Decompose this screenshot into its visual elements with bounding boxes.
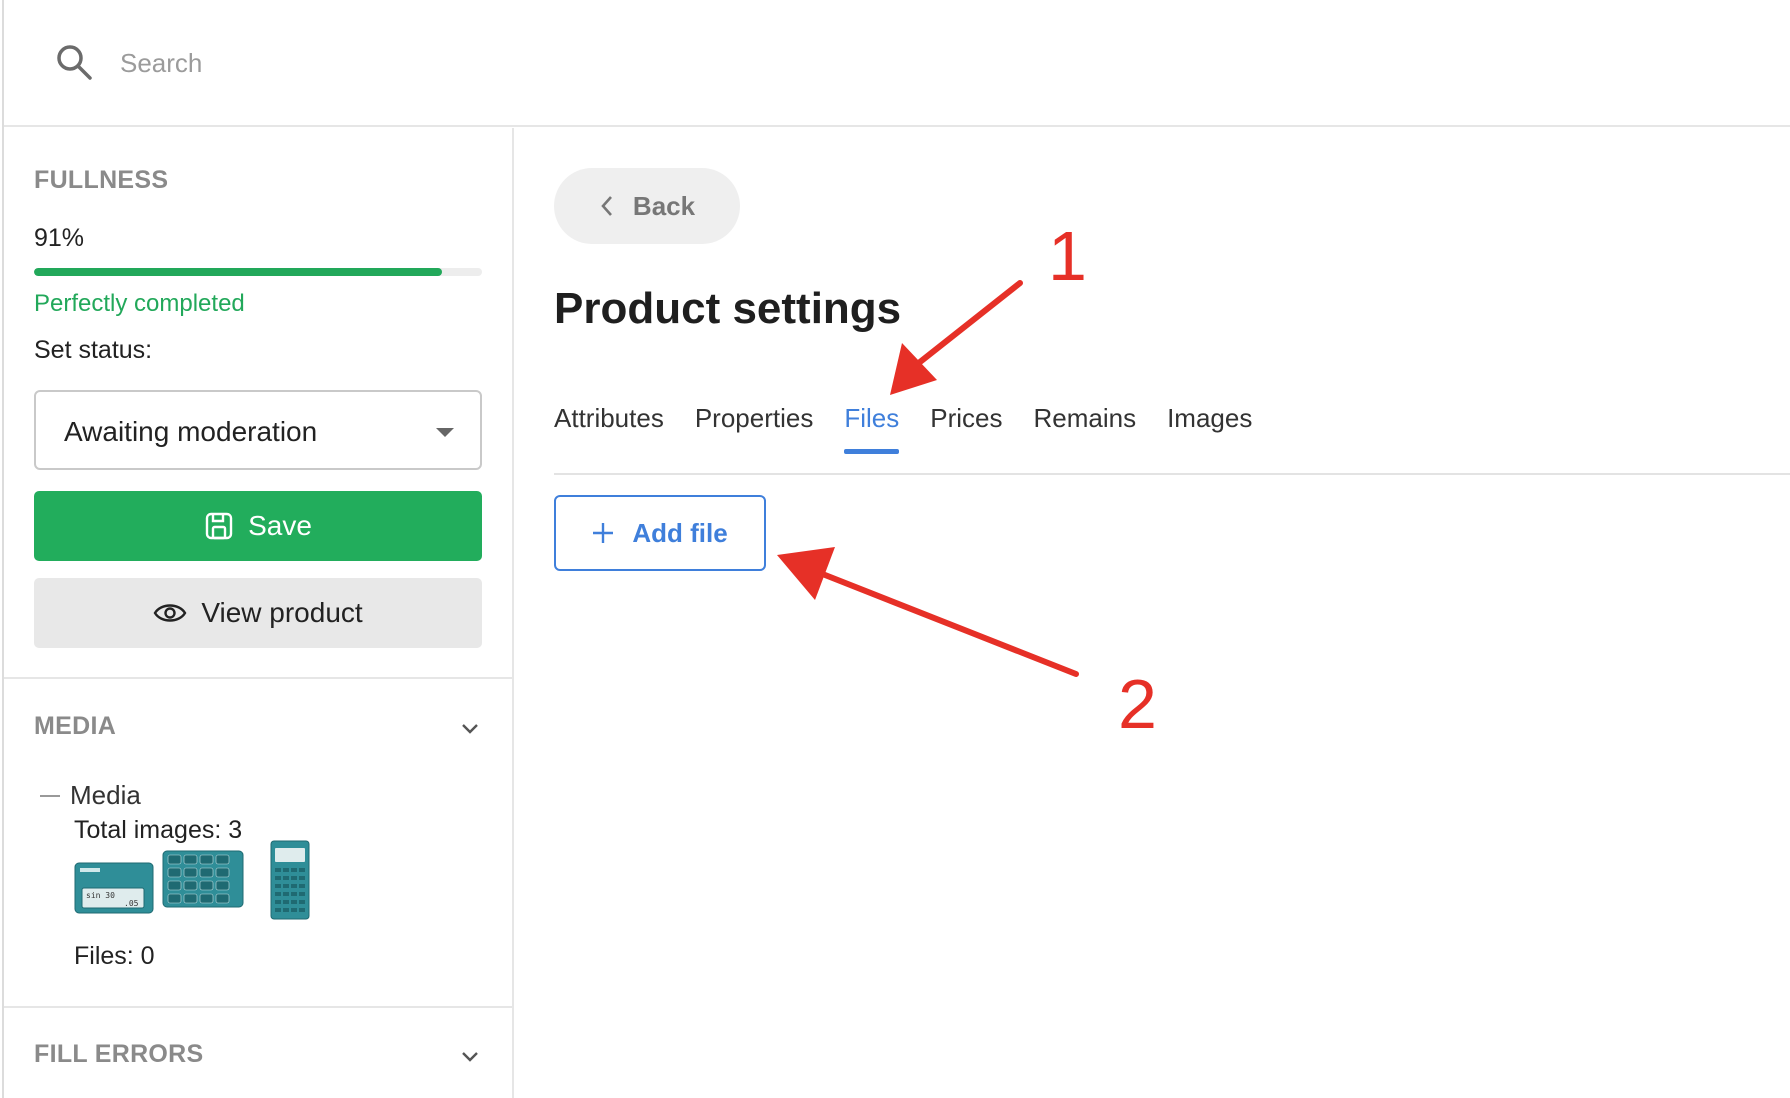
calculator-thumbnail-2[interactable] <box>162 850 244 908</box>
caret-down-icon <box>436 428 454 437</box>
save-button-label: Save <box>248 510 312 541</box>
add-file-label: Add file <box>632 517 728 548</box>
tab-attributes[interactable]: Attributes <box>554 398 664 454</box>
tab-remains[interactable]: Remains <box>1033 398 1136 454</box>
calculator-thumbnail-3[interactable] <box>270 840 310 920</box>
svg-text:.05: .05 <box>124 899 139 908</box>
tree-dash-icon <box>40 794 60 797</box>
view-product-label: View product <box>201 597 363 628</box>
search-icon[interactable] <box>54 42 94 82</box>
tab-images[interactable]: Images <box>1167 398 1252 454</box>
sidebar-divider <box>4 677 512 679</box>
sidebar: FULLNESS 91% Perfectly completed Set sta… <box>4 128 514 1098</box>
svg-text:sin 30: sin 30 <box>86 891 115 900</box>
back-button[interactable]: Back <box>554 168 740 244</box>
fullness-progress-fill <box>34 268 442 276</box>
fill-errors-section-title: FILL ERRORS <box>34 1040 204 1068</box>
tab-prices[interactable]: Prices <box>930 398 1002 454</box>
annotation-number-1: 1 <box>1048 217 1087 295</box>
page-title: Product settings <box>554 284 902 333</box>
annotation-number-2: 2 <box>1118 665 1157 743</box>
fullness-percent: 91% <box>34 224 85 252</box>
view-product-button[interactable]: View product <box>34 578 482 648</box>
status-select-value: Awaiting moderation <box>64 416 318 447</box>
media-section-title: MEDIA <box>34 712 117 740</box>
media-tree-node[interactable]: Media <box>40 780 141 811</box>
calculator-thumbnail-1[interactable]: sin 30 .05 <box>74 862 154 914</box>
tab-bar-divider <box>554 473 1790 475</box>
tab-bar: Attributes Properties Files Prices Remai… <box>554 398 1283 454</box>
sidebar-divider <box>4 1006 512 1008</box>
chevron-down-icon[interactable] <box>460 1046 480 1066</box>
fullness-progress-bar <box>34 268 482 276</box>
fullness-status-text: Perfectly completed <box>34 290 245 317</box>
total-images-text: Total images: 3 <box>74 816 243 844</box>
media-node-label: Media <box>70 780 141 810</box>
files-count-text: Files: 0 <box>74 942 155 970</box>
save-button[interactable]: Save <box>34 491 482 561</box>
chevron-down-icon[interactable] <box>460 718 480 738</box>
add-file-button[interactable]: Add file <box>554 495 766 571</box>
fullness-title: FULLNESS <box>34 166 169 194</box>
top-search-bar <box>4 0 1790 127</box>
search-input[interactable] <box>120 40 720 86</box>
back-button-label: Back <box>632 190 696 221</box>
set-status-label: Set status: <box>34 336 153 364</box>
save-icon <box>205 512 233 540</box>
status-select[interactable]: Awaiting moderation <box>34 390 482 470</box>
plus-icon <box>593 523 614 543</box>
tab-properties[interactable]: Properties <box>695 398 814 454</box>
main-content: Back Product settings Attributes Propert… <box>514 128 1790 1098</box>
tab-files[interactable]: Files <box>844 398 899 454</box>
chevron-left-icon <box>601 196 612 216</box>
eye-icon <box>153 604 187 622</box>
